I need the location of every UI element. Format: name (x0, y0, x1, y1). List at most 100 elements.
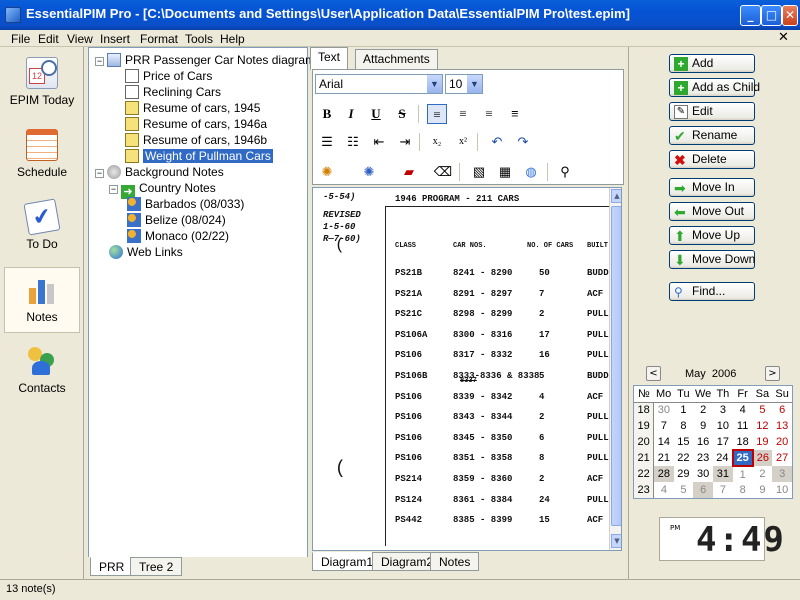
collapse-icon[interactable]: − (95, 57, 104, 66)
binoculars-icon[interactable]: ⚲ (555, 162, 575, 182)
align-left-icon[interactable]: ≡ (427, 104, 447, 124)
calendar-next-button[interactable]: > (765, 366, 780, 381)
calendar-day[interactable]: 9 (753, 482, 773, 498)
tree-contact-group[interactable]: Barbados (08/033) (127, 196, 321, 212)
calendar-day[interactable]: 1 (674, 402, 694, 418)
app-icon[interactable] (5, 7, 21, 23)
subscript-icon[interactable]: x₂ (427, 132, 447, 152)
maximize-button[interactable]: □ (761, 5, 782, 26)
calendar-day[interactable]: 27 (772, 450, 792, 466)
bold-button[interactable]: B (317, 104, 337, 124)
italic-button[interactable]: I (341, 104, 361, 124)
calendar-day[interactable]: 30 (654, 402, 674, 418)
calendar-day[interactable]: 28 (653, 466, 674, 482)
calendar-day[interactable]: 18 (733, 434, 753, 450)
tab-tree-2[interactable]: Tree 2 (130, 557, 183, 576)
calendar-day[interactable]: 23 (693, 450, 713, 466)
move-up-button[interactable]: ⬆ Move Up (669, 226, 755, 245)
calendar-day[interactable]: 29 (674, 466, 694, 482)
mini-calendar[interactable]: № Mo Tu We Th Fr Sa Su 18 30 1 2 3 4 5 6 19 7 8 9 10 11 12 13 2… (633, 385, 793, 499)
calendar-day[interactable]: 2 (753, 466, 773, 482)
menu-help[interactable]: Help (220, 32, 245, 46)
add-button[interactable]: + Add (669, 54, 755, 73)
tab-attachments[interactable]: Attachments (355, 49, 438, 69)
calendar-day[interactable]: 11 (733, 418, 753, 434)
calendar-day[interactable]: 10 (772, 482, 792, 498)
calendar-day[interactable]: 4 (733, 402, 753, 418)
calendar-day[interactable]: 26 (752, 450, 773, 466)
menu-insert[interactable]: Insert (100, 32, 130, 46)
move-out-button[interactable]: ⬅ Move Out (669, 202, 755, 221)
menu-tools[interactable]: Tools (185, 32, 213, 46)
nav-epim-today[interactable]: 12 EPIM Today (4, 51, 80, 117)
highlight-color-icon[interactable]: ✺ (317, 162, 337, 182)
calendar-day[interactable]: 4 (654, 482, 674, 498)
week-number[interactable]: 21 (634, 450, 655, 466)
font-size-select[interactable]: 10 ▼ (445, 74, 483, 94)
undo-icon[interactable]: ↶ (487, 132, 507, 152)
insert-table-icon[interactable]: ▦ (495, 162, 515, 182)
numbered-list-icon[interactable]: ☰ (317, 132, 337, 152)
calendar-day[interactable]: 7 (713, 482, 733, 498)
underline-button[interactable]: U (366, 104, 386, 124)
calendar-day[interactable]: 30 (693, 466, 713, 482)
insert-image-icon[interactable]: ▧ (469, 162, 489, 182)
calendar-day[interactable]: 1 (733, 466, 753, 482)
calendar-day[interactable]: 17 (713, 434, 733, 450)
calendar-day[interactable]: 19 (753, 434, 773, 450)
calendar-day[interactable]: 14 (654, 434, 674, 450)
calendar-day[interactable]: 3 (772, 466, 792, 482)
font-color-icon[interactable]: ▰ (399, 162, 419, 182)
calendar-day[interactable]: 6 (772, 402, 792, 418)
find-button[interactable]: ⚲ Find... (669, 282, 755, 301)
calendar-day[interactable]: 5 (753, 402, 773, 418)
menu-view[interactable]: View (67, 32, 93, 46)
align-center-icon[interactable]: ≡ (453, 104, 473, 124)
calendar-day[interactable]: 2 (693, 402, 713, 418)
clear-format-icon[interactable]: ⌫ (433, 162, 453, 182)
align-right-icon[interactable]: ≡ (479, 104, 499, 124)
close-button[interactable]: ✕ (782, 5, 798, 26)
calendar-day[interactable]: 9 (693, 418, 713, 434)
add-as-child-button[interactable]: + Add as Child (669, 78, 760, 97)
calendar-day[interactable]: 6 (693, 482, 713, 498)
calendar-day[interactable]: 16 (693, 434, 713, 450)
week-number[interactable]: 18 (634, 402, 655, 418)
scroll-down-icon[interactable]: ▼ (611, 534, 621, 548)
tab-text[interactable]: Text (310, 47, 349, 70)
calendar-day[interactable]: 21 (654, 450, 674, 466)
nav-contacts[interactable]: Contacts (4, 339, 80, 405)
superscript-icon[interactable]: x² (453, 132, 473, 152)
calendar-day[interactable]: 20 (772, 434, 792, 450)
tree-node-root[interactable]: − PRR Passenger Car Notes diagrams (95, 52, 321, 68)
week-number[interactable]: 22 (634, 466, 655, 482)
bullet-list-icon[interactable]: ☷ (343, 132, 363, 152)
tree-note[interactable]: Price of Cars (125, 68, 321, 84)
week-number[interactable]: 23 (634, 482, 655, 498)
tree-node-country[interactable]: − ➜ Country Notes (109, 180, 321, 199)
tab-notes[interactable]: Notes (430, 552, 480, 571)
delete-button[interactable]: ✖ Delete (669, 150, 755, 169)
nav-notes[interactable]: Notes (4, 267, 80, 333)
calendar-day[interactable]: 8 (733, 482, 753, 498)
document-close-icon[interactable]: ✕ (778, 30, 789, 45)
tab-prr[interactable]: PRR (90, 557, 134, 576)
calendar-day[interactable]: 8 (674, 418, 694, 434)
tree-note[interactable]: Resume of cars, 1946b (125, 132, 321, 148)
tree-contact-group[interactable]: Belize (08/024) (127, 212, 321, 228)
outdent-icon[interactable]: ⇤ (369, 132, 389, 152)
nav-schedule[interactable]: Schedule (4, 123, 80, 189)
tree-note-selected[interactable]: Weight of Pullman Cars (125, 148, 321, 164)
scroll-thumb[interactable] (611, 206, 621, 526)
rename-button[interactable]: ✔ Rename (669, 126, 755, 145)
week-number[interactable]: 20 (634, 434, 655, 450)
tree-note[interactable]: Reclining Cars (125, 84, 321, 100)
align-justify-icon[interactable]: ≡ (505, 104, 525, 124)
collapse-icon[interactable]: − (95, 169, 104, 178)
week-number[interactable]: 19 (634, 418, 655, 434)
collapse-icon[interactable]: − (109, 185, 118, 194)
title-bar[interactable]: EssentialPIM Pro - [C:\Documents and Set… (0, 0, 800, 30)
calendar-day[interactable]: 13 (772, 418, 792, 434)
calendar-day[interactable]: 3 (713, 402, 733, 418)
calendar-day[interactable]: 10 (713, 418, 733, 434)
